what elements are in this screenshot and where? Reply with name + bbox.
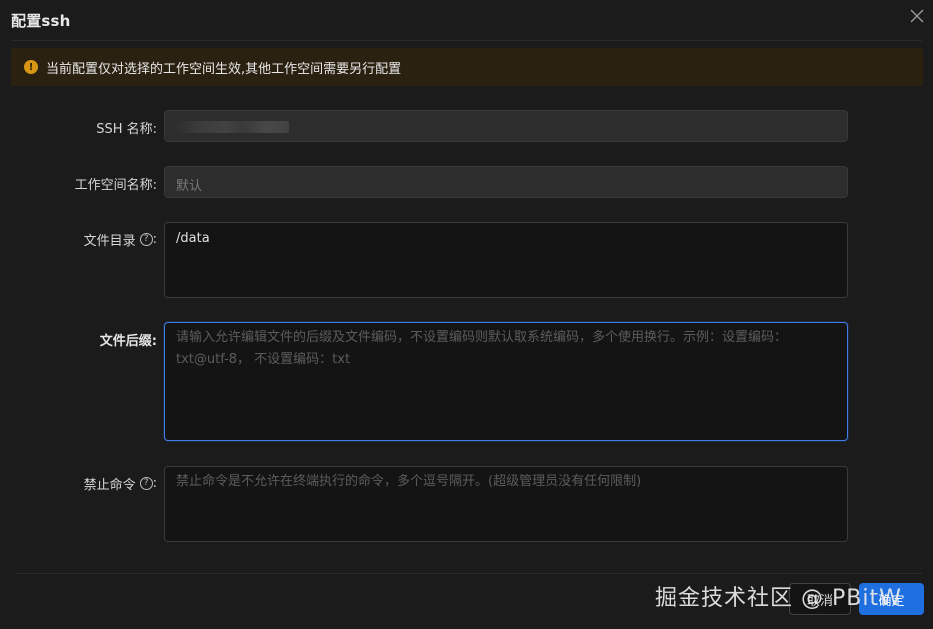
file-dir-textarea[interactable]: /data (164, 222, 848, 298)
ssh-config-dialog: 配置ssh ! 当前配置仅对选择的工作空间生效,其他工作空间需要另行配置 SSH… (0, 0, 933, 629)
close-button[interactable] (905, 4, 929, 28)
forbidden-cmd-label-colon: : (152, 476, 157, 491)
warning-icon: ! (24, 60, 38, 74)
cancel-button-label: 取消 (806, 593, 833, 609)
footer-divider (15, 573, 922, 574)
alert-text: 当前配置仅对选择的工作空间生效,其他工作空间需要另行配置 (46, 61, 402, 77)
dialog-title: 配置ssh (11, 12, 71, 30)
ssh-name-field[interactable] (164, 110, 848, 142)
file-dir-value: /data (176, 231, 210, 246)
workspace-name-value: 默认 (176, 179, 203, 194)
ok-button-label: 确定 (878, 593, 905, 609)
ok-button[interactable]: 确定 (859, 583, 924, 615)
file-dir-label-colon: : (152, 232, 157, 247)
file-suffix-placeholder: 请输入允许编辑文件的后缀及文件编码，不设置编码则默认取系统编码，多个使用换行。示… (176, 330, 788, 367)
question-circle-icon[interactable]: ? (139, 477, 153, 490)
file-suffix-label: 文件后缀: (100, 330, 157, 349)
file-suffix-textarea[interactable]: 请输入允许编辑文件的后缀及文件编码，不设置编码则默认取系统编码，多个使用换行。示… (164, 322, 848, 441)
forbidden-cmd-label-text: 禁止命令 (83, 478, 136, 493)
ssh-name-label-text: SSH 名称: (96, 122, 157, 137)
question-circle-icon[interactable]: ? (139, 233, 153, 246)
redacted-ssh-name (174, 121, 289, 133)
warning-alert: ! 当前配置仅对选择的工作空间生效,其他工作空间需要另行配置 (11, 48, 923, 86)
file-dir-label-text: 文件目录 (83, 234, 136, 249)
forbidden-cmd-placeholder: 禁止命令是不允许在终端执行的命令，多个逗号隔开。(超级管理员没有任何限制) (176, 474, 642, 489)
ssh-name-label: SSH 名称: (96, 118, 157, 137)
workspace-name-field[interactable]: 默认 (164, 166, 848, 198)
cancel-button[interactable]: 取消 (789, 583, 851, 615)
file-dir-label: 文件目录 ? : (84, 230, 157, 249)
workspace-name-label: 工作空间名称: (75, 174, 157, 193)
workspace-name-label-text: 工作空间名称: (74, 178, 157, 193)
forbidden-cmd-label: 禁止命令 ? : (84, 474, 157, 493)
close-icon (910, 9, 924, 23)
header-divider (11, 40, 922, 41)
file-suffix-label-text: 文件后缀: (99, 334, 157, 349)
forbidden-cmd-textarea[interactable]: 禁止命令是不允许在终端执行的命令，多个逗号隔开。(超级管理员没有任何限制) (164, 466, 848, 542)
